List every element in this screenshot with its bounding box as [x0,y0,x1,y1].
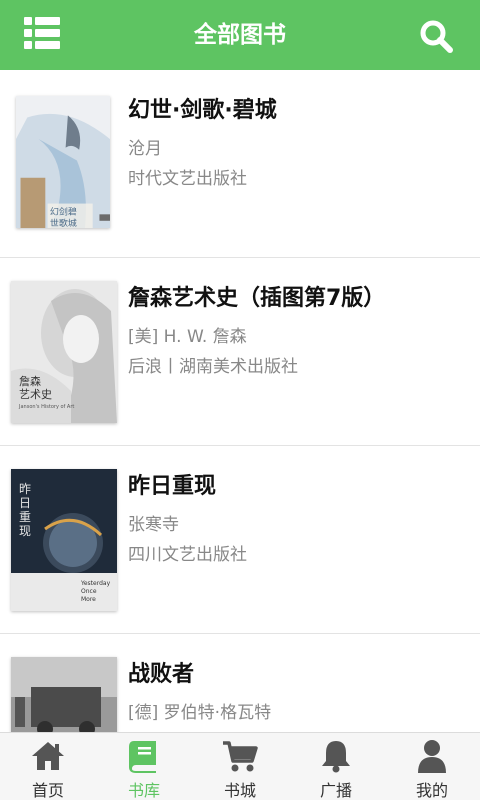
svg-text:日: 日 [19,496,31,510]
top-bar: 全部图书 [0,0,480,70]
bottom-tab-bar: 首页 书库 书城 广播 我的 [0,732,480,800]
book-author: [美] H. W. 詹森 [128,327,247,347]
tab-label: 书库 [127,781,160,800]
bell-icon [322,741,350,773]
book-item[interactable]: 战败者 [德] 罗伯特·格瓦特 [0,634,480,732]
book-title[interactable]: 詹森艺术史（插图第7版） [128,280,468,312]
book-title[interactable]: 战败者 [128,656,468,688]
tab-label: 书城 [223,781,256,800]
book-cover[interactable]: 昨 日 重 现 Yesterday Once More [11,469,117,611]
svg-text:幻剑碧: 幻剑碧 [50,206,77,218]
book-cover[interactable] [11,657,117,732]
svg-text:重: 重 [19,510,31,524]
tab-store[interactable]: 书城 [192,733,288,800]
svg-text:艺术史: 艺术史 [19,388,52,401]
book-author: 沧月 [128,139,162,159]
app-screen: 全部图书 幻剑碧 世歌城 幻世·剑歌·碧城 沧月 时代文艺出版社 詹森 艺术史 … [0,0,480,800]
tab-broadcast[interactable]: 广播 [288,733,384,800]
svg-text:昨: 昨 [19,482,31,496]
book-publisher: 后浪丨湖南美术出版社 [128,357,298,377]
book-list: 幻剑碧 世歌城 幻世·剑歌·碧城 沧月 时代文艺出版社 詹森 艺术史 Janso… [0,70,480,732]
book-item[interactable]: 幻剑碧 世歌城 幻世·剑歌·碧城 沧月 时代文艺出版社 [0,70,480,258]
book-publisher: 四川文艺出版社 [128,545,247,565]
svg-text:Janson's History of Art: Janson's History of Art [18,404,74,410]
book-title[interactable]: 昨日重现 [128,468,468,500]
book-cover[interactable]: 詹森 艺术史 Janson's History of Art [11,281,117,423]
list-menu-icon[interactable] [24,17,60,49]
tab-profile[interactable]: 我的 [384,733,480,800]
book-cover[interactable]: 幻剑碧 世歌城 [16,96,110,228]
svg-text:现: 现 [19,524,31,538]
book-title[interactable]: 幻世·剑歌·碧城 [128,92,468,124]
search-icon[interactable] [418,18,454,54]
cart-icon [223,741,258,772]
svg-text:Yesterday: Yesterday [80,580,111,587]
book-publisher: 时代文艺出版社 [128,169,247,189]
tab-label: 广播 [319,781,352,800]
svg-text:More: More [81,596,96,603]
tab-home[interactable]: 首页 [0,733,96,800]
tab-label: 首页 [31,781,64,800]
page-title: 全部图书 [194,22,286,48]
book-item[interactable]: 昨 日 重 现 Yesterday Once More 昨日重现 张寒寺 四川文… [0,446,480,634]
svg-text:詹森: 詹森 [19,374,41,388]
svg-text:Once: Once [81,588,97,595]
tab-library[interactable]: 书库 [96,733,192,800]
book-author: 张寒寺 [128,515,179,535]
book-author: [德] 罗伯特·格瓦特 [128,703,272,723]
book-icon [129,741,156,773]
home-icon [32,742,64,770]
user-icon [418,740,446,773]
tab-label: 我的 [415,781,448,800]
book-item[interactable]: 詹森 艺术史 Janson's History of Art 詹森艺术史（插图第… [0,258,480,446]
svg-text:世歌城: 世歌城 [50,217,77,228]
